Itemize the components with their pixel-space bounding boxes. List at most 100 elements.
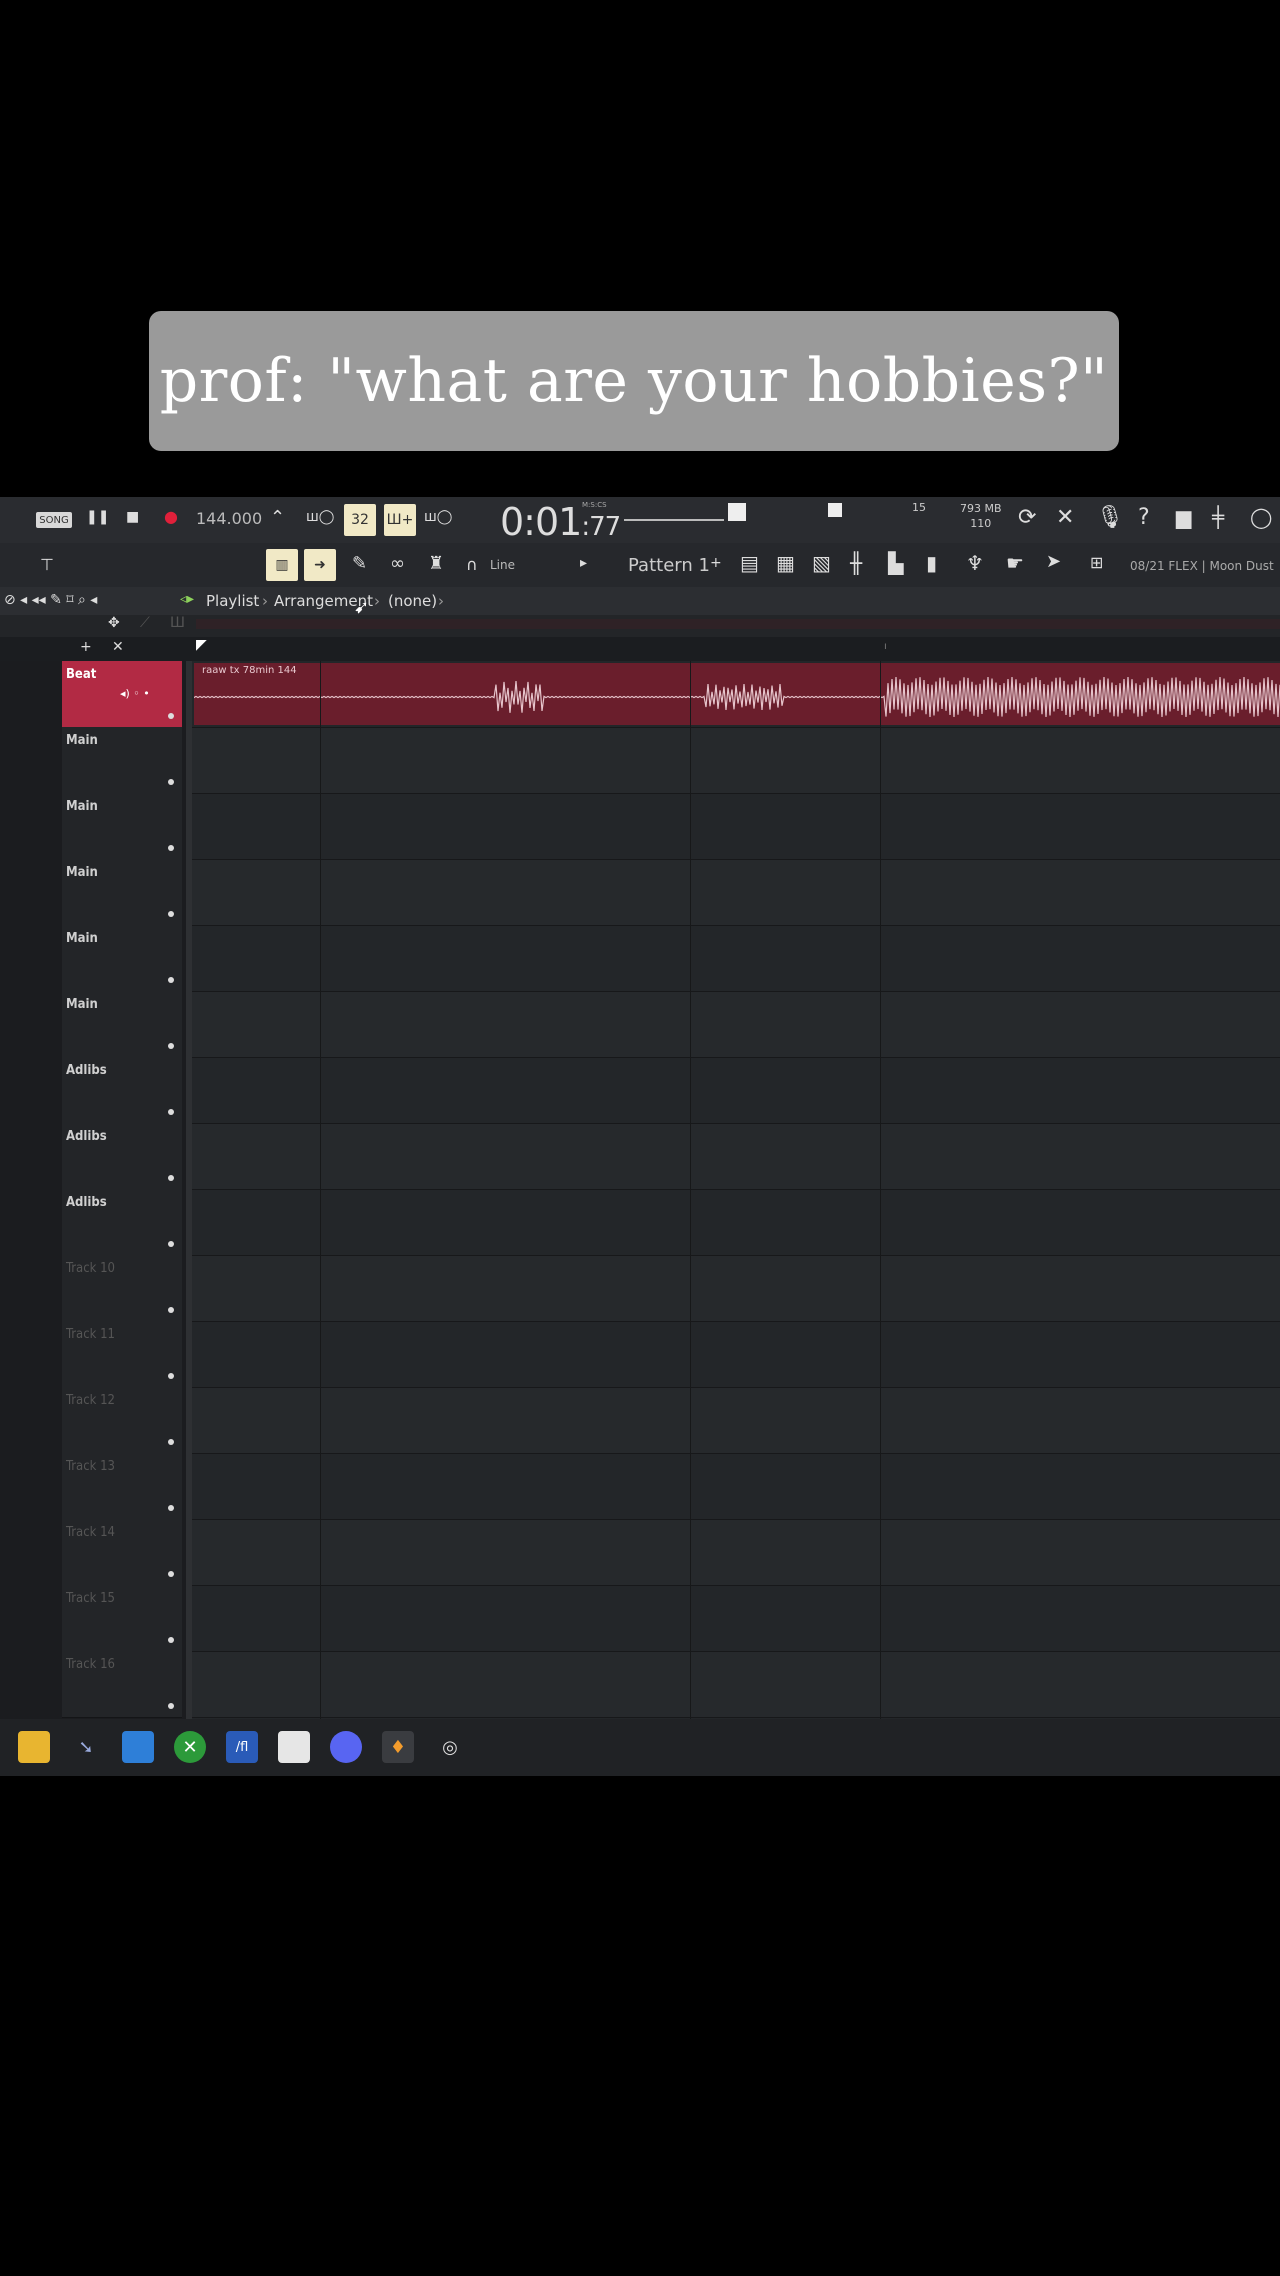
photos-icon[interactable]	[122, 1731, 154, 1763]
piano-roll-icon[interactable]: ▧	[812, 551, 831, 575]
track-mute-led[interactable]	[168, 911, 174, 917]
tempo-display[interactable]: 144.000	[196, 509, 262, 528]
touch-icon[interactable]: ☛	[1006, 551, 1024, 575]
track-header[interactable]: Track 11	[62, 1321, 182, 1388]
playlist-tools-icon[interactable]: ⊘ ◂ ◂◂ ✎ ⌑ ⌕ ◂	[4, 592, 97, 608]
audio-clip[interactable]: raaw tx 78min 144	[194, 663, 1280, 725]
pattern-none-selector[interactable]: (none)	[388, 592, 437, 610]
steam-icon[interactable]: ➘	[70, 1731, 102, 1763]
track-header[interactable]: Track 14	[62, 1519, 182, 1586]
plugin-icon[interactable]: ♆	[966, 551, 984, 575]
track-header[interactable]: Main	[62, 925, 182, 992]
save-icon[interactable]: ▆	[1176, 505, 1191, 529]
track-mute-led[interactable]	[168, 977, 174, 983]
track-lane[interactable]	[190, 1519, 1280, 1586]
track-lane[interactable]	[190, 1453, 1280, 1520]
move-icon[interactable]: ✥	[108, 615, 120, 631]
stamp-icon[interactable]: ♜	[428, 553, 444, 574]
track-lane[interactable]	[190, 1123, 1280, 1190]
track-lane[interactable]	[190, 1585, 1280, 1652]
track-mute-led[interactable]	[168, 1109, 174, 1115]
track-lane[interactable]	[190, 925, 1280, 992]
file-explorer-icon[interactable]	[18, 1731, 50, 1763]
link-icon[interactable]: ∞	[390, 553, 405, 574]
discord-icon[interactable]	[330, 1731, 362, 1763]
track-lane[interactable]	[190, 1057, 1280, 1124]
browser-icon[interactable]: ▙	[888, 551, 903, 575]
pin-icon[interactable]: ⊤	[40, 555, 54, 574]
add-pattern-icon[interactable]: +	[710, 555, 722, 571]
song-mode-button[interactable]: SONG	[36, 512, 72, 528]
magnet-icon[interactable]: ∩	[466, 555, 478, 574]
track-lane[interactable]	[190, 991, 1280, 1058]
refresh-icon[interactable]: ⟳	[1018, 505, 1036, 530]
piano-roll-button[interactable]: ▥	[266, 549, 298, 581]
next-button[interactable]: ➜	[304, 549, 336, 581]
snap-selector[interactable]: Line	[490, 558, 515, 572]
track-lane[interactable]	[190, 1387, 1280, 1454]
playlist-grid[interactable]: raaw tx 78min 144	[190, 661, 1280, 1719]
track-controls-icon[interactable]: ◂) ◦ •	[120, 687, 150, 700]
playhead-marker-icon[interactable]: ◤	[196, 637, 207, 653]
mixer-icon[interactable]: ╪	[1212, 505, 1224, 529]
channel-rack-icon[interactable]: ▦	[776, 551, 795, 575]
loop-record-icon[interactable]: ш◯	[424, 509, 452, 525]
playlist-icon[interactable]: ▤	[740, 551, 759, 575]
chat-icon[interactable]: ◯	[1250, 505, 1272, 529]
track-header[interactable]: Main	[62, 727, 182, 794]
track-lane[interactable]	[190, 1321, 1280, 1388]
horizontal-scrollbar[interactable]	[196, 619, 1280, 629]
track-mute-led[interactable]	[168, 1175, 174, 1181]
track-mute-led[interactable]	[168, 1439, 174, 1445]
track-lane[interactable]	[190, 1255, 1280, 1322]
track-mute-led[interactable]	[168, 1307, 174, 1313]
cart-icon[interactable]: ⊞	[1090, 553, 1103, 572]
stop-icon[interactable]: ■	[126, 509, 139, 525]
track-mute-led[interactable]	[168, 1241, 174, 1247]
headers-splitter[interactable]	[186, 661, 192, 1719]
track-lane[interactable]	[190, 727, 1280, 794]
xbox-icon[interactable]: ✕	[174, 1731, 206, 1763]
tools-icon[interactable]: ✕	[1056, 505, 1074, 530]
track-header[interactable]: Adlibs	[62, 1123, 182, 1190]
track-lane[interactable]	[190, 859, 1280, 926]
close-track-icon[interactable]: ✕	[112, 639, 124, 655]
fl-studio-alt-icon[interactable]: /fl	[226, 1731, 258, 1763]
project-icon[interactable]: ▮	[926, 551, 937, 575]
add-track-icon[interactable]: +	[80, 639, 92, 655]
track-header[interactable]: Track 15	[62, 1585, 182, 1652]
snap-next-icon[interactable]: ▸	[580, 555, 587, 571]
pattern-step-button[interactable]: 32	[344, 504, 376, 536]
fl-studio-icon[interactable]: ♦	[382, 1731, 414, 1763]
song-position-bar[interactable]	[624, 519, 724, 521]
master-volume-knob[interactable]	[728, 503, 746, 521]
pencil-icon[interactable]: ✎	[352, 553, 367, 574]
track-header[interactable]: Main	[62, 991, 182, 1058]
chrome-icon[interactable]: ◎	[434, 1731, 466, 1763]
draw-icon[interactable]: ⟋	[140, 615, 150, 631]
track-mute-led[interactable]	[168, 1637, 174, 1643]
track-header[interactable]: Track 16	[62, 1651, 182, 1718]
track-header[interactable]: Track 10	[62, 1255, 182, 1322]
track-mute-led[interactable]	[168, 779, 174, 785]
store-icon[interactable]	[278, 1731, 310, 1763]
pause-icon[interactable]: ❚❚	[86, 509, 109, 525]
pattern-selector[interactable]: Pattern 1	[628, 555, 710, 576]
countdown-button[interactable]: Ш+	[384, 504, 416, 536]
track-header[interactable]: Adlibs	[62, 1189, 182, 1256]
track-header[interactable]: Main	[62, 859, 182, 926]
track-header[interactable]: Track 13	[62, 1453, 182, 1520]
wait-input-icon[interactable]: ш◯	[306, 509, 334, 525]
track-mute-led[interactable]	[168, 1043, 174, 1049]
timeline-ruler[interactable]: + ✕ ◤ ı	[0, 637, 1280, 661]
track-mute-led[interactable]	[168, 1571, 174, 1577]
track-lane[interactable]	[190, 1651, 1280, 1718]
track-header[interactable]: Adlibs	[62, 1057, 182, 1124]
track-mute-led[interactable]	[168, 1505, 174, 1511]
track-mute-led[interactable]	[168, 713, 174, 719]
record-icon[interactable]: ●	[164, 507, 178, 526]
track-mute-led[interactable]	[168, 1703, 174, 1709]
slice-icon[interactable]: Ш	[170, 615, 185, 631]
arrow-icon[interactable]: ➤	[1046, 551, 1061, 572]
track-header[interactable]: Main	[62, 793, 182, 860]
